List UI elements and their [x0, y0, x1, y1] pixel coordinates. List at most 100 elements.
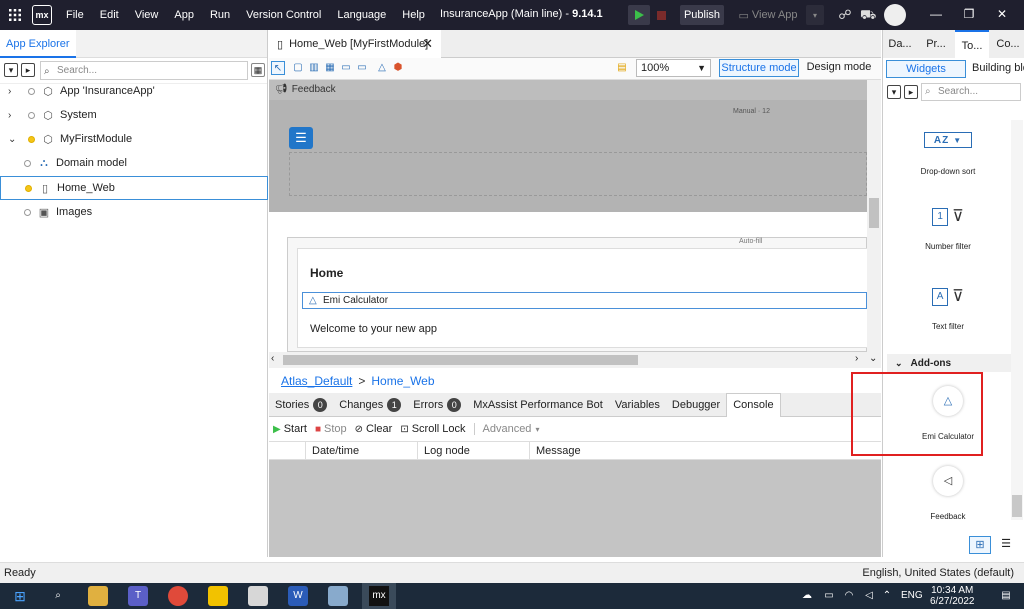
minimize-icon[interactable]: —: [928, 7, 944, 21]
cloud-icon[interactable]: ☁: [800, 586, 814, 606]
close-tab-icon[interactable]: ✕: [422, 36, 433, 52]
grid-view-icon[interactable]: ⊞: [969, 536, 991, 554]
column-log-node[interactable]: Log node: [417, 442, 529, 461]
view-app-dropdown[interactable]: ▾: [806, 5, 824, 25]
tab-properties[interactable]: Pr...: [919, 30, 953, 58]
horizontal-scrollbar[interactable]: ‹ › ⌄: [269, 352, 881, 368]
menu-file[interactable]: File: [58, 9, 92, 21]
input-language[interactable]: ENG: [901, 590, 923, 601]
tree-item-domain-model[interactable]: ⛬ Domain model: [0, 151, 268, 175]
chevron-down-icon[interactable]: ⌄: [869, 353, 877, 364]
tree-item-home-web[interactable]: ▯ Home_Web: [0, 176, 268, 200]
tab-widgets[interactable]: Widgets: [886, 60, 966, 78]
system-clock[interactable]: 10:34 AM 6/27/2022: [930, 585, 975, 607]
file-explorer-icon[interactable]: [88, 586, 108, 606]
layout-region[interactable]: Manual · 12 ☰: [269, 100, 867, 212]
building-block-icon[interactable]: ⬢: [391, 61, 405, 75]
feedback-bar[interactable]: 📢︎ Feedback: [269, 80, 867, 100]
tab-data[interactable]: Da...: [883, 30, 917, 58]
clear-button[interactable]: ⊘ Clear: [351, 423, 397, 435]
language-status[interactable]: English, United States (default): [862, 563, 1014, 583]
advanced-dropdown[interactable]: Advanced ▾: [473, 423, 544, 435]
scroll-thumb[interactable]: [283, 355, 638, 365]
volume-icon[interactable]: ◁: [862, 586, 876, 606]
search-icon[interactable]: ⌕: [48, 586, 68, 606]
addons-section-header[interactable]: ⌄ Add-ons: [887, 354, 1011, 372]
main-content-region[interactable]: Home △ Emi Calculator Welcome to your new…: [287, 237, 868, 352]
app-icon[interactable]: [328, 586, 348, 606]
tree-item-images[interactable]: ▣ Images: [0, 200, 268, 224]
stop-button[interactable]: [652, 5, 670, 25]
cart-icon[interactable]: ⛟: [860, 7, 876, 23]
chrome-icon[interactable]: [168, 586, 188, 606]
scroll-lock-button[interactable]: ⊡ Scroll Lock: [396, 423, 469, 435]
tab-toolbox[interactable]: To...: [955, 30, 989, 58]
page-title[interactable]: Home: [310, 266, 343, 280]
frame-icon[interactable]: ▢: [291, 61, 305, 75]
emi-calculator-widget[interactable]: △ Emi Calculator: [302, 292, 867, 309]
tree-item-myfirstmodule[interactable]: ⌄ ⬡ MyFirstModule: [0, 127, 268, 151]
layout-icon[interactable]: ▦: [251, 63, 265, 77]
widget-feedback[interactable]: ◁ Feedback: [883, 466, 1013, 521]
console-log-area[interactable]: [269, 460, 881, 557]
menu-edit[interactable]: Edit: [92, 9, 127, 21]
content-container[interactable]: Home △ Emi Calculator Welcome to your new…: [297, 248, 868, 348]
battery-icon[interactable]: ▭: [822, 586, 836, 606]
tab-app-explorer[interactable]: App Explorer: [0, 30, 76, 58]
expand-all-icon[interactable]: ▸: [21, 63, 35, 77]
column-message[interactable]: Message: [529, 442, 829, 461]
vertical-scrollbar[interactable]: [867, 80, 881, 352]
collapse-all-icon[interactable]: ▾: [887, 85, 901, 99]
tab-mxassist[interactable]: MxAssist Performance Bot: [467, 393, 609, 417]
tree-item-app[interactable]: › ⬡ App 'InsuranceApp': [0, 79, 268, 103]
tab-connector[interactable]: Co...: [991, 30, 1024, 58]
view-app-button[interactable]: ▭ View App: [736, 5, 800, 25]
tab-changes[interactable]: Changes 1: [333, 393, 407, 417]
columns-icon[interactable]: ▥: [307, 61, 321, 75]
word-icon[interactable]: W: [288, 586, 308, 606]
chevron-right-icon[interactable]: ›: [855, 353, 858, 364]
list-view-icon[interactable]: ☰: [995, 536, 1017, 554]
widget-number-filter[interactable]: 1 ⊽ Number filter: [883, 208, 1013, 251]
container-icon[interactable]: ▭: [355, 61, 369, 75]
design-mode-button[interactable]: Design mode: [803, 59, 875, 77]
tab-errors[interactable]: Errors 0: [407, 393, 467, 417]
box-icon[interactable]: ▭: [339, 61, 353, 75]
run-button[interactable]: [628, 5, 650, 25]
structure-mode-button[interactable]: Structure mode: [719, 59, 799, 77]
menu-app[interactable]: App: [166, 9, 202, 21]
windows-start-icon[interactable]: ⊞: [10, 586, 30, 606]
paint-icon[interactable]: [248, 586, 268, 606]
scroll-thumb[interactable]: [869, 198, 879, 228]
menu-language[interactable]: Language: [329, 9, 394, 21]
hamburger-menu-icon[interactable]: ☰: [289, 127, 313, 149]
menu-help[interactable]: Help: [394, 9, 433, 21]
start-button[interactable]: ▶ Start: [269, 423, 311, 435]
page-canvas[interactable]: 📢︎ Feedback Manual · 12 ☰ Home △ Emi Calcu…: [269, 80, 881, 352]
wifi-icon[interactable]: ◠: [842, 586, 856, 606]
chevron-right-icon[interactable]: ›: [8, 110, 20, 121]
tab-variables[interactable]: Variables: [609, 393, 666, 417]
tab-home-web[interactable]: ▯ Home_Web [MyFirstModule] ✕: [269, 30, 441, 58]
select-tool-icon[interactable]: ↖: [271, 61, 285, 75]
welcome-text[interactable]: Welcome to your new app: [310, 323, 437, 335]
scroll-thumb[interactable]: [1012, 495, 1022, 517]
close-icon[interactable]: ✕: [994, 7, 1010, 21]
widget-text-filter[interactable]: A ⊽ Text filter: [883, 288, 1013, 331]
menu-version-control[interactable]: Version Control: [238, 9, 329, 21]
tab-console[interactable]: Console: [726, 392, 781, 417]
chevron-up-icon[interactable]: ⌃: [880, 586, 894, 606]
collapse-all-icon[interactable]: ▾: [4, 63, 18, 77]
widget-dropdown-sort[interactable]: AZ ▼ Drop-down sort: [883, 132, 1013, 176]
sticky-notes-icon[interactable]: [208, 586, 228, 606]
app-launcher-icon[interactable]: [0, 0, 30, 30]
chevron-down-icon[interactable]: ⌄: [8, 134, 20, 145]
stop-console-button[interactable]: ■ Stop: [311, 423, 351, 435]
tree-item-system[interactable]: › ⬡ System: [0, 103, 268, 127]
app-explorer-search-input[interactable]: ⌕ Search...: [40, 61, 248, 80]
table-icon[interactable]: ▦: [323, 61, 337, 75]
notifications-icon[interactable]: ▤: [998, 586, 1014, 606]
breadcrumb-layout[interactable]: Atlas_Default: [281, 374, 352, 388]
chevron-right-icon[interactable]: ›: [8, 86, 20, 97]
teams-icon[interactable]: T: [128, 586, 148, 606]
